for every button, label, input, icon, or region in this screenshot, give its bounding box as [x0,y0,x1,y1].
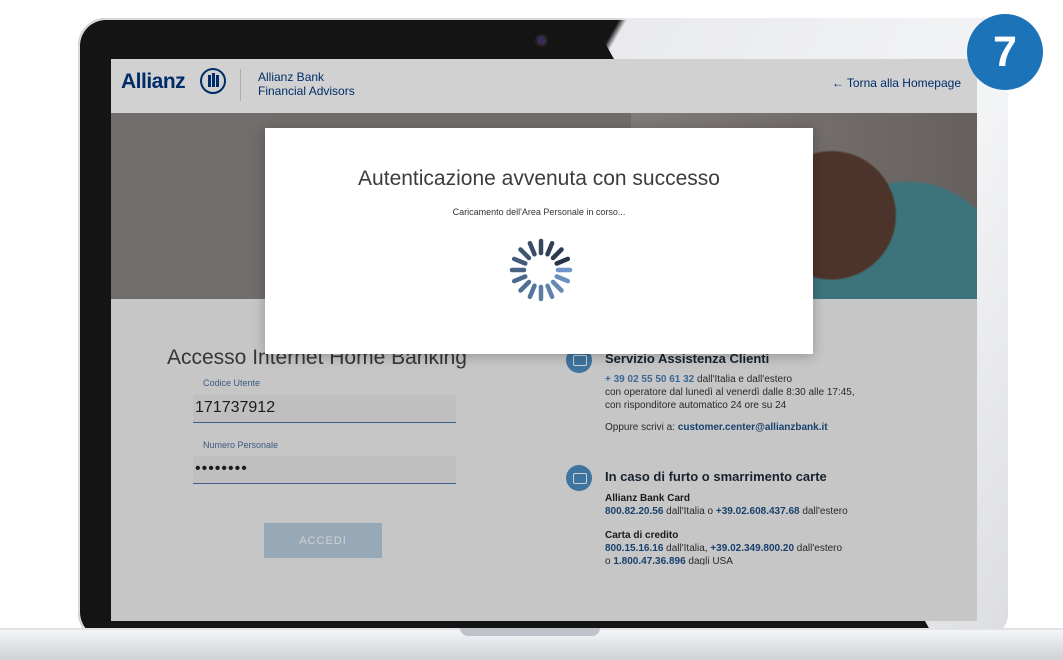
spinner-spoke [527,283,537,300]
spinner-spoke [518,247,532,261]
laptop-notch [460,628,600,636]
spinner-spoke [545,240,555,257]
spinner-spoke [511,274,528,284]
spinner-spoke [545,283,555,300]
tutorial-stage: Allianz Allianz Bank Financial Advisors … [0,0,1063,660]
spinner-spoke [550,279,564,293]
spinner-spoke [511,256,528,266]
spinner-spoke [518,279,532,293]
spinner-spoke [527,240,537,257]
step-number-badge: 7 [967,14,1043,90]
spinner-spoke [550,247,564,261]
webcam-icon [537,36,546,45]
modal-subtitle: Caricamento dell'Area Personale in corso… [452,207,626,217]
auth-success-modal: Autenticazione avvenuta con successo Car… [265,128,813,354]
modal-title: Autenticazione avvenuta con successo [358,167,720,190]
loading-spinner-icon [509,238,573,302]
spinner-spoke [554,274,571,284]
browser-screen: Allianz Allianz Bank Financial Advisors … [111,59,977,621]
spinner-spoke [554,256,571,266]
